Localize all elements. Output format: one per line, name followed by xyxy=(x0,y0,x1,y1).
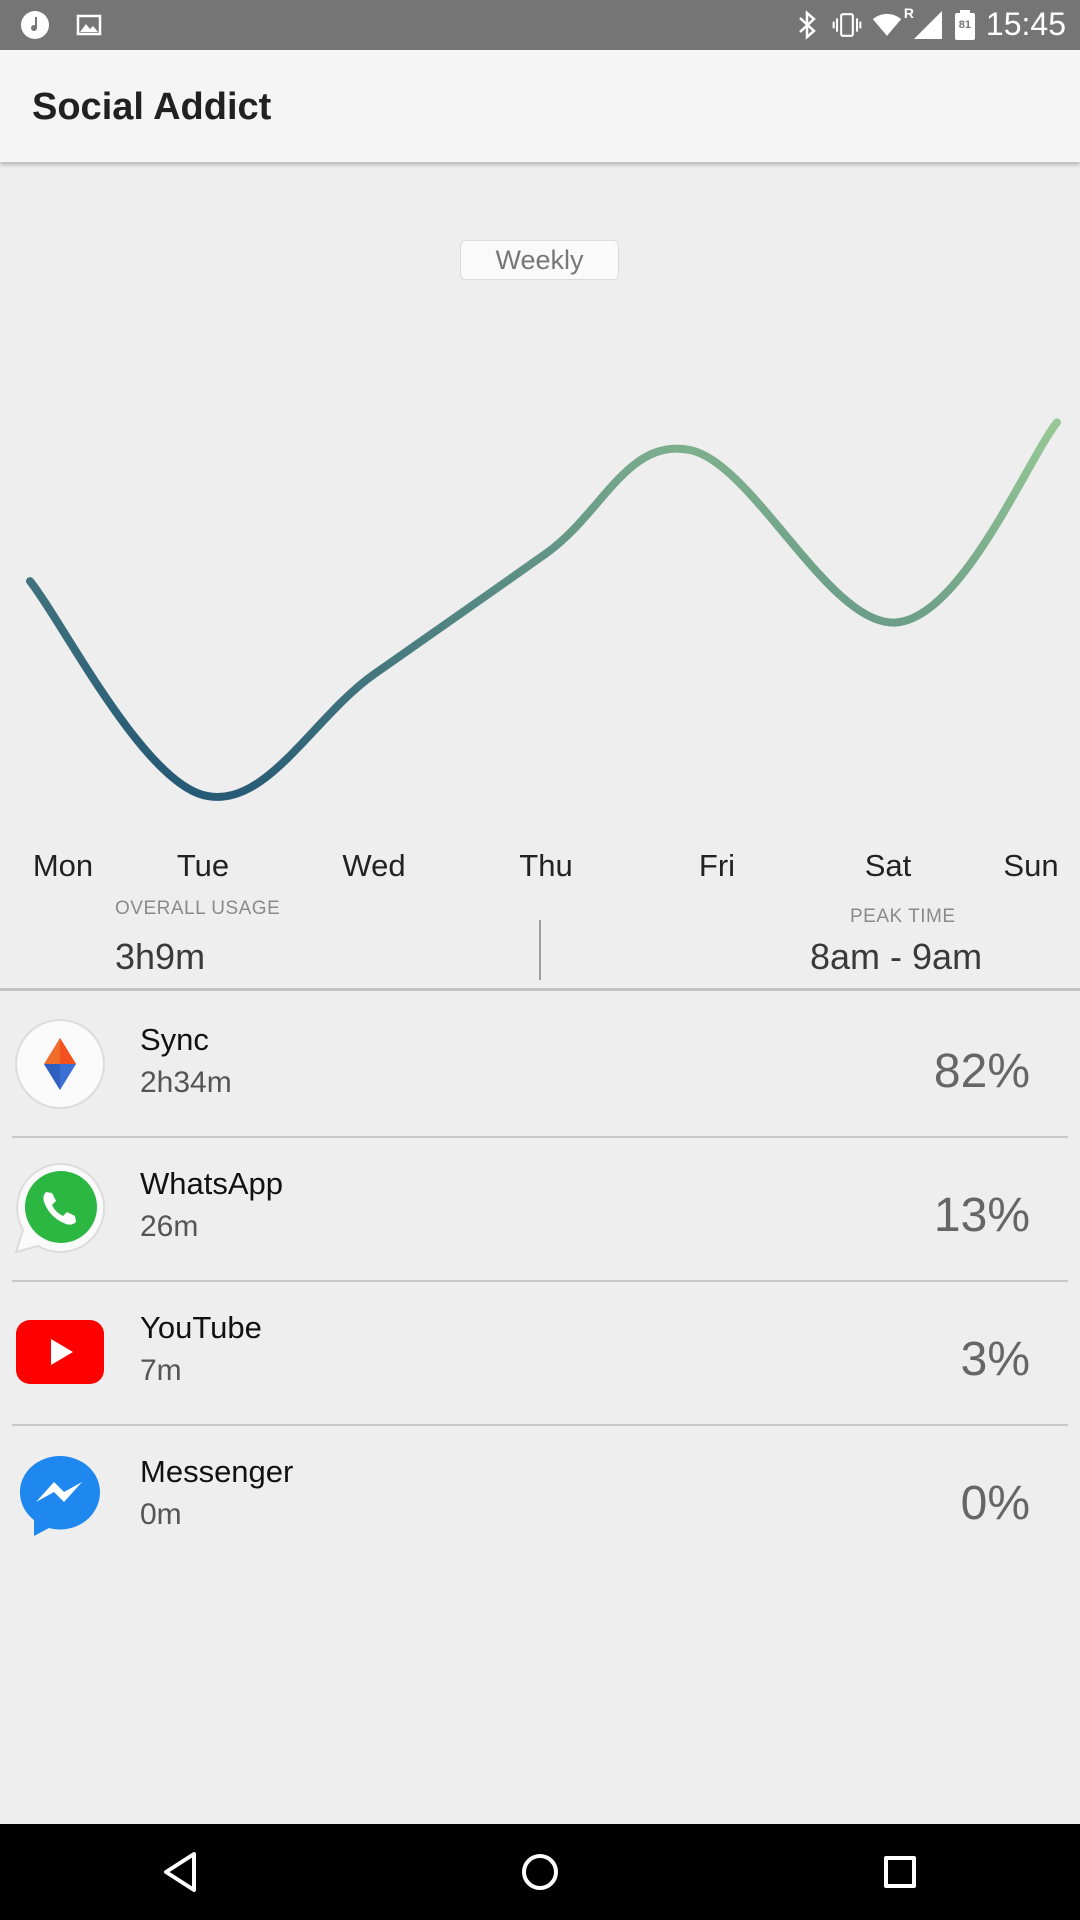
app-name: Messenger xyxy=(140,1454,294,1489)
roaming-indicator: R xyxy=(903,4,915,21)
sync-icon xyxy=(14,1018,106,1110)
app-row-whatsapp[interactable]: WhatsApp 26m 13% xyxy=(0,1136,1080,1280)
day-label-thu: Thu xyxy=(519,848,573,883)
app-bar: Social Addict xyxy=(0,50,1080,162)
app-usage-percent: 82% xyxy=(933,1045,1030,1098)
bluetooth-icon xyxy=(792,9,822,40)
navigation-bar xyxy=(0,1824,1080,1920)
peak-time-value: 8am - 9am xyxy=(810,936,983,977)
day-label-sun: Sun xyxy=(1003,848,1059,883)
app-name: YouTube xyxy=(140,1310,262,1345)
overall-usage-value: 3h9m xyxy=(115,936,206,977)
stats-divider xyxy=(539,920,541,980)
app-usage-time: 2h34m xyxy=(140,1066,232,1099)
image-icon xyxy=(74,10,104,40)
range-selector-weekly[interactable]: Weekly xyxy=(460,240,619,280)
overall-usage-label: OVERALL USAGE xyxy=(115,898,281,919)
section-divider xyxy=(0,988,1080,991)
app-usage-time: 0m xyxy=(140,1498,182,1531)
peak-time-label: PEAK TIME xyxy=(850,906,956,927)
app-name: WhatsApp xyxy=(140,1166,284,1201)
back-icon[interactable] xyxy=(150,1842,210,1902)
home-icon[interactable] xyxy=(510,1842,570,1902)
app-usage-time: 26m xyxy=(140,1210,199,1243)
page-title: Social Addict xyxy=(32,86,272,128)
usage-series-line xyxy=(26,418,1061,801)
youtube-icon xyxy=(14,1306,106,1398)
battery-level: 81 xyxy=(958,18,972,31)
messenger-icon xyxy=(14,1450,106,1542)
day-label-tue: Tue xyxy=(176,848,230,883)
wifi-icon xyxy=(872,10,902,40)
app-usage-percent: 0% xyxy=(960,1477,1030,1530)
day-label-wed: Wed xyxy=(342,848,406,883)
whatsapp-icon xyxy=(14,1162,106,1254)
app-name: Sync xyxy=(140,1022,209,1057)
app-usage-percent: 13% xyxy=(933,1189,1030,1242)
day-label-fri: Fri xyxy=(698,848,736,883)
battery-icon: 81 xyxy=(954,9,976,41)
weekly-usage-chart xyxy=(26,418,1061,801)
app-row-youtube[interactable]: YouTube 7m 3% xyxy=(0,1280,1080,1424)
app-row-sync[interactable]: Sync 2h34m 82% xyxy=(0,992,1080,1136)
vibrate-icon xyxy=(832,10,862,40)
music-icon xyxy=(20,10,50,40)
signal-icon: R xyxy=(904,5,944,41)
recents-icon[interactable] xyxy=(870,1842,930,1902)
app-usage-time: 7m xyxy=(140,1354,182,1387)
clock: 15:45 xyxy=(985,6,1066,42)
day-label-mon: Mon xyxy=(32,848,94,883)
app-row-messenger[interactable]: Messenger 0m 0% xyxy=(0,1424,1080,1568)
day-label-sat: Sat xyxy=(864,848,912,883)
app-usage-percent: 3% xyxy=(960,1333,1030,1386)
status-bar: R 81 15:45 xyxy=(0,0,1080,50)
